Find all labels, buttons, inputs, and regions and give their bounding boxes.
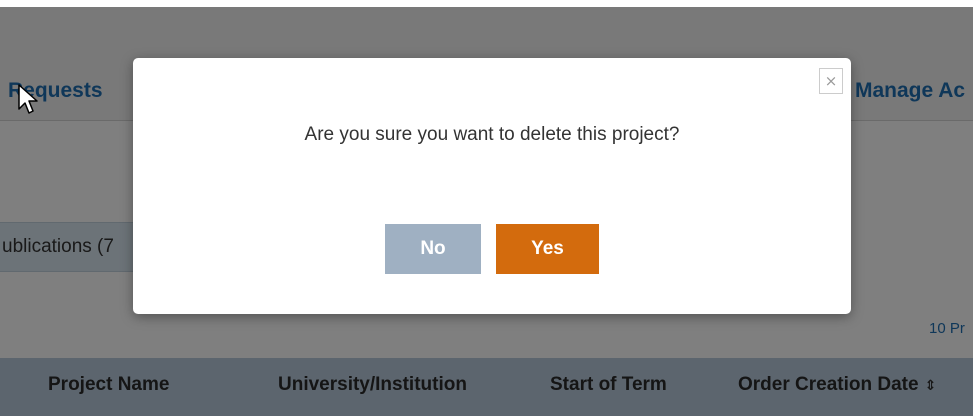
dialog-message: Are you sure you want to delete this pro… (304, 124, 680, 145)
no-button[interactable]: No (385, 224, 481, 274)
close-icon[interactable]: × (819, 68, 843, 94)
mouse-cursor-icon (18, 84, 38, 114)
yes-button[interactable]: Yes (496, 224, 599, 274)
confirm-delete-dialog: × Are you sure you want to delete this p… (133, 58, 851, 314)
top-strip (0, 0, 973, 7)
